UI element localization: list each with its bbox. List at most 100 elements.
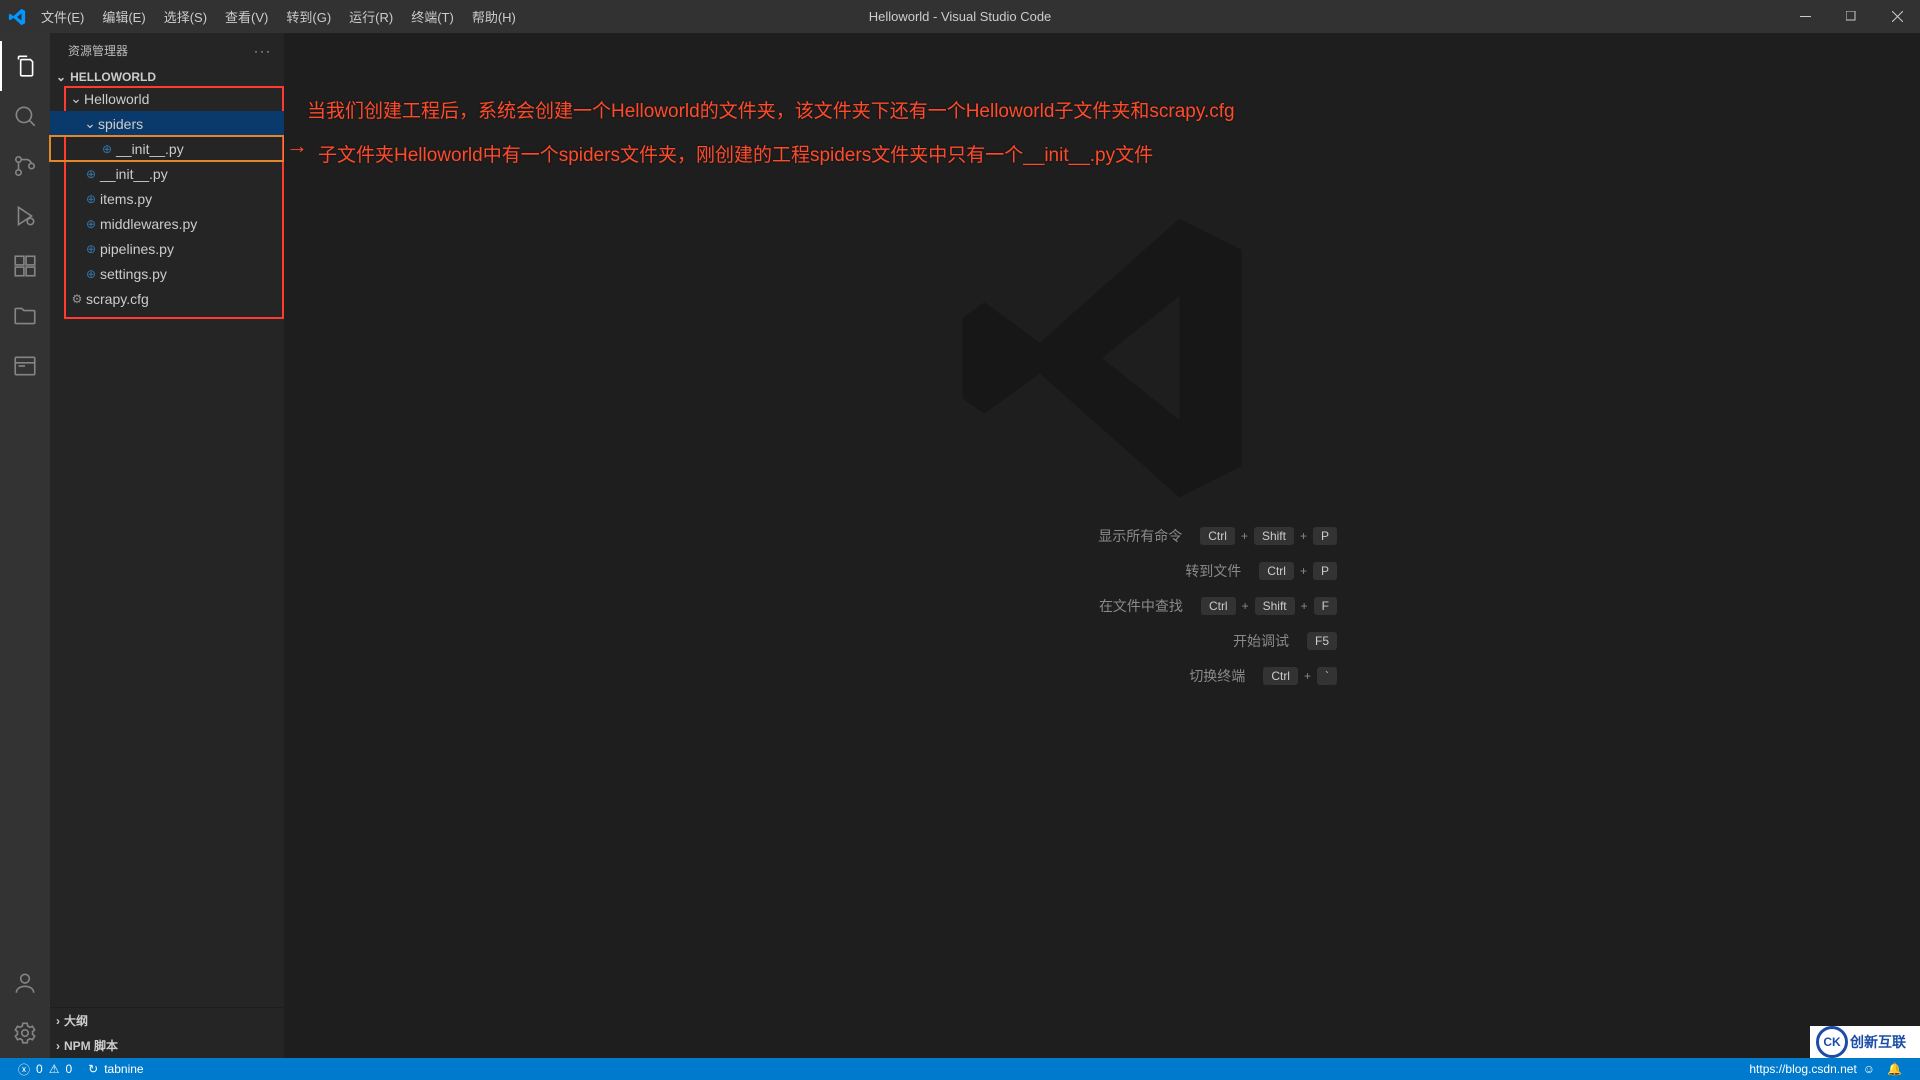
- folder-label: Helloworld: [84, 91, 149, 107]
- folder-helloworld[interactable]: ⌄ Helloworld: [50, 86, 284, 111]
- python-file-icon: ⊕: [82, 217, 100, 231]
- menu-run[interactable]: 运行(R): [341, 1, 401, 32]
- shortcut-label: 开始调试: [867, 631, 1297, 651]
- menu-help[interactable]: 帮助(H): [464, 1, 524, 32]
- kbd: Ctrl: [1259, 562, 1294, 580]
- kbd: Ctrl: [1201, 597, 1236, 615]
- file-middlewares[interactable]: ⊕ middlewares.py: [50, 211, 284, 236]
- minimize-icon[interactable]: [1782, 0, 1828, 33]
- file-label: scrapy.cfg: [86, 291, 149, 307]
- file-label: settings.py: [100, 266, 167, 282]
- warning-count: 0: [65, 1062, 72, 1076]
- python-file-icon: ⊕: [82, 167, 100, 181]
- menu-selection[interactable]: 选择(S): [156, 1, 215, 32]
- outline-panel[interactable]: › 大纲: [50, 1008, 284, 1033]
- file-settings[interactable]: ⊕ settings.py: [50, 261, 284, 286]
- file-label: __init__.py: [116, 141, 184, 157]
- file-items[interactable]: ⊕ items.py: [50, 186, 284, 211]
- file-scrapy-cfg[interactable]: ⚙ scrapy.cfg: [50, 286, 284, 311]
- feedback-icon[interactable]: ☺: [1863, 1062, 1875, 1076]
- explorer-icon[interactable]: [0, 41, 50, 91]
- shortcut-start-debug: 开始调试 F5: [867, 631, 1337, 651]
- status-tabnine[interactable]: ↻ tabnine: [80, 1062, 151, 1076]
- more-actions-icon[interactable]: ···: [254, 44, 272, 58]
- npm-scripts-label: NPM 脚本: [64, 1037, 118, 1054]
- shortcut-label: 显示所有命令: [867, 526, 1190, 546]
- file-init[interactable]: ⊕ __init__.py: [50, 161, 284, 186]
- close-icon[interactable]: [1874, 0, 1920, 33]
- file-label: __init__.py: [100, 166, 168, 182]
- source-control-icon[interactable]: [0, 141, 50, 191]
- menu-terminal[interactable]: 终端(T): [403, 1, 462, 32]
- settings-gear-icon[interactable]: [0, 1008, 50, 1058]
- window-controls: [1782, 0, 1920, 33]
- kbd: Ctrl: [1200, 527, 1235, 545]
- outline-label: 大纲: [64, 1012, 88, 1029]
- project-panel-icon[interactable]: [0, 341, 50, 391]
- shortcut-find-in-files: 在文件中查找 Ctrl+ Shift+ F: [867, 596, 1337, 616]
- kbd: P: [1313, 527, 1337, 545]
- sidebar-header: 资源管理器 ···: [50, 33, 284, 68]
- file-label: items.py: [100, 191, 152, 207]
- activity-bar: [0, 33, 50, 1058]
- python-file-icon: ⊕: [82, 192, 100, 206]
- python-file-icon: ⊕: [98, 142, 116, 156]
- menu-go[interactable]: 转到(G): [278, 1, 339, 32]
- chevron-down-icon: ⌄: [56, 70, 66, 84]
- project-root-label: HELLOWORLD: [70, 70, 156, 84]
- menu-file[interactable]: 文件(E): [33, 1, 92, 32]
- kbd: Shift: [1255, 597, 1295, 615]
- shortcut-toggle-terminal: 切换终端 Ctrl+ `: [867, 666, 1337, 686]
- run-debug-icon[interactable]: [0, 191, 50, 241]
- menu-bar: 文件(E) 编辑(E) 选择(S) 查看(V) 转到(G) 运行(R) 终端(T…: [33, 1, 524, 32]
- annotation-text-2: 子文件夹Helloworld中有一个spiders文件夹，刚创建的工程spide…: [318, 140, 1153, 167]
- python-file-icon: ⊕: [82, 267, 100, 281]
- annotation-text-1: 当我们创建工程后，系统会创建一个Helloworld的文件夹，该文件夹下还有一个…: [307, 96, 1235, 123]
- kbd: Shift: [1254, 527, 1294, 545]
- file-label: pipelines.py: [100, 241, 174, 257]
- vscode-watermark-icon: [947, 203, 1257, 513]
- sidebar-collapse-panels: › 大纲 › NPM 脚本: [50, 1007, 284, 1058]
- tabnine-label: tabnine: [104, 1062, 143, 1076]
- kbd: F: [1314, 597, 1337, 615]
- bell-icon[interactable]: 🔔: [1887, 1062, 1902, 1076]
- shortcut-go-to-file: 转到文件 Ctrl+ P: [867, 561, 1337, 581]
- file-label: middlewares.py: [100, 216, 197, 232]
- editor-area: 当我们创建工程后，系统会创建一个Helloworld的文件夹，该文件夹下还有一个…: [284, 33, 1920, 1058]
- kbd: F5: [1307, 632, 1337, 650]
- kbd: Ctrl: [1263, 667, 1298, 685]
- chevron-down-icon: ⌄: [82, 115, 98, 132]
- footer-url: https://blog.csdn.net: [1749, 1062, 1856, 1076]
- explorer-sidebar: 资源管理器 ··· ⌄ HELLOWORLD ⌄ Helloworld ⌄ sp…: [50, 33, 284, 1058]
- folder-spiders[interactable]: ⌄ spiders: [50, 111, 284, 136]
- shortcut-label: 切换终端: [867, 666, 1253, 686]
- shortcut-label: 在文件中查找: [867, 596, 1191, 616]
- explorer-root[interactable]: ⌄ HELLOWORLD: [50, 68, 284, 86]
- status-problems[interactable]: ⓧ0 ⚠0: [10, 1061, 80, 1078]
- sync-icon: ↻: [88, 1062, 98, 1076]
- menu-view[interactable]: 查看(V): [217, 1, 276, 32]
- maximize-icon[interactable]: [1828, 0, 1874, 33]
- chevron-right-icon: ›: [56, 1014, 60, 1028]
- explorer-title: 资源管理器: [68, 42, 128, 59]
- kbd: `: [1317, 667, 1337, 685]
- status-bar: ⓧ0 ⚠0 ↻tabnine https://blog.csdn.net ☺ 🔔: [0, 1058, 1920, 1080]
- welcome-shortcuts: 显示所有命令 Ctrl+ Shift+ P 转到文件 Ctrl+ P 在文件中查…: [284, 526, 1920, 686]
- config-file-icon: ⚙: [68, 292, 86, 306]
- watermark-text: 创新互联: [1850, 1032, 1906, 1052]
- file-spiders-init[interactable]: ⊕ __init__.py: [50, 136, 284, 161]
- menu-edit[interactable]: 编辑(E): [94, 1, 153, 32]
- python-file-icon: ⊕: [82, 242, 100, 256]
- account-icon[interactable]: [0, 958, 50, 1008]
- search-icon[interactable]: [0, 91, 50, 141]
- folder-library-icon[interactable]: [0, 291, 50, 341]
- extensions-icon[interactable]: [0, 241, 50, 291]
- chevron-right-icon: ›: [56, 1039, 60, 1053]
- brand-watermark: CK 创新互联: [1810, 1026, 1920, 1058]
- error-count: 0: [36, 1062, 43, 1076]
- npm-scripts-panel[interactable]: › NPM 脚本: [50, 1033, 284, 1058]
- shortcut-label: 转到文件: [867, 561, 1249, 581]
- warning-icon: ⚠: [49, 1062, 60, 1076]
- file-pipelines[interactable]: ⊕ pipelines.py: [50, 236, 284, 261]
- status-right-group: https://blog.csdn.net ☺ 🔔: [1741, 1062, 1910, 1076]
